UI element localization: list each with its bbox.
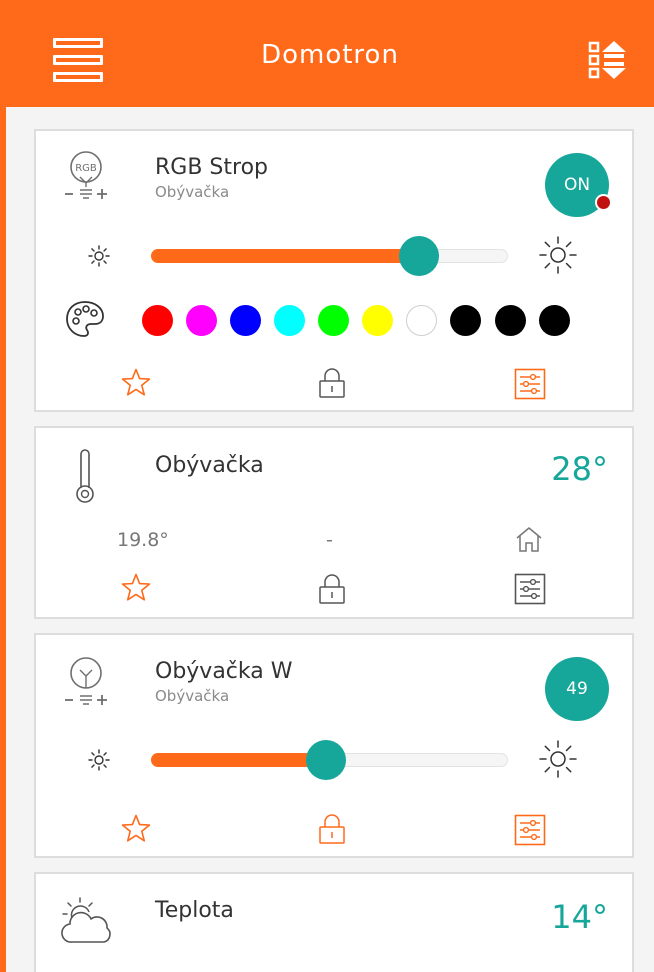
app-frame: Domotron RGB RGB Strop Obývačka ON Obýva… — [6, 6, 654, 972]
device-title: Obývačka — [155, 453, 264, 478]
top-bar: Domotron — [6, 6, 654, 107]
brightness-high-icon — [537, 738, 579, 780]
settings-sliders-icon[interactable] — [514, 573, 546, 605]
lock-icon[interactable] — [318, 573, 346, 605]
color-swatch[interactable] — [362, 305, 393, 336]
device-title: Obývačka W — [155, 659, 293, 684]
settings-sliders-icon[interactable] — [514, 368, 546, 400]
device-room: Obývačka — [155, 687, 230, 705]
setpoint-temperature[interactable]: 19.8° — [117, 529, 169, 551]
color-swatch[interactable] — [186, 305, 217, 336]
rgb-icon-text: RGB — [75, 163, 97, 174]
brightness-slider[interactable] — [151, 740, 508, 780]
thermostat-mode: - — [326, 529, 333, 551]
bulb-icon — [61, 656, 111, 710]
color-swatch[interactable] — [539, 305, 570, 336]
card-weather: Teplota 14° — [34, 872, 634, 972]
color-swatch[interactable] — [495, 305, 526, 336]
settings-sliders-icon[interactable] — [514, 814, 546, 846]
favorite-star-icon[interactable] — [120, 367, 152, 399]
app-title: Domotron — [261, 40, 399, 70]
slider-handle[interactable] — [398, 236, 439, 276]
sort-button[interactable] — [588, 39, 630, 81]
outside-temperature: 14° — [551, 898, 608, 936]
device-list: RGB RGB Strop Obývačka ON Obývačka 28° 1… — [6, 107, 654, 972]
power-state: ON — [563, 175, 591, 195]
color-swatch[interactable] — [450, 305, 481, 336]
weather-cloud-icon — [58, 896, 114, 946]
device-title: Teplota — [155, 898, 234, 923]
lock-icon[interactable] — [318, 367, 346, 399]
device-room: Obývačka — [155, 183, 230, 201]
palette-icon — [64, 299, 106, 339]
power-toggle-button[interactable]: ON — [545, 153, 612, 217]
brightness-low-icon — [87, 748, 111, 772]
brightness-slider[interactable] — [151, 236, 508, 276]
home-icon — [514, 525, 544, 553]
device-title: RGB Strop — [155, 155, 268, 180]
level-button[interactable]: 49 — [545, 657, 609, 721]
brightness-high-icon — [537, 234, 579, 276]
color-swatch[interactable] — [318, 305, 349, 336]
current-temperature: 28° — [551, 450, 608, 488]
dimmer-level: 49 — [566, 679, 588, 699]
slider-handle[interactable] — [305, 740, 346, 780]
color-swatch[interactable] — [230, 305, 261, 336]
sort-icon — [588, 41, 626, 79]
color-swatch[interactable] — [142, 305, 173, 336]
favorite-star-icon[interactable] — [120, 572, 152, 604]
color-swatch[interactable] — [406, 305, 437, 336]
lock-icon[interactable] — [318, 813, 346, 845]
card-dimmer: Obývačka W Obývačka 49 — [34, 633, 634, 858]
card-rgb-strop: RGB RGB Strop Obývačka ON — [34, 129, 634, 412]
thermometer-icon — [74, 448, 96, 504]
slider-fill — [151, 249, 419, 263]
brightness-low-icon — [87, 244, 111, 268]
status-dot — [595, 194, 612, 211]
favorite-star-icon[interactable] — [120, 813, 152, 845]
rgb-bulb-icon: RGB — [61, 150, 111, 204]
card-thermostat: Obývačka 28° 19.8° - — [34, 426, 634, 619]
color-swatch[interactable] — [274, 305, 305, 336]
slider-fill — [151, 753, 326, 767]
